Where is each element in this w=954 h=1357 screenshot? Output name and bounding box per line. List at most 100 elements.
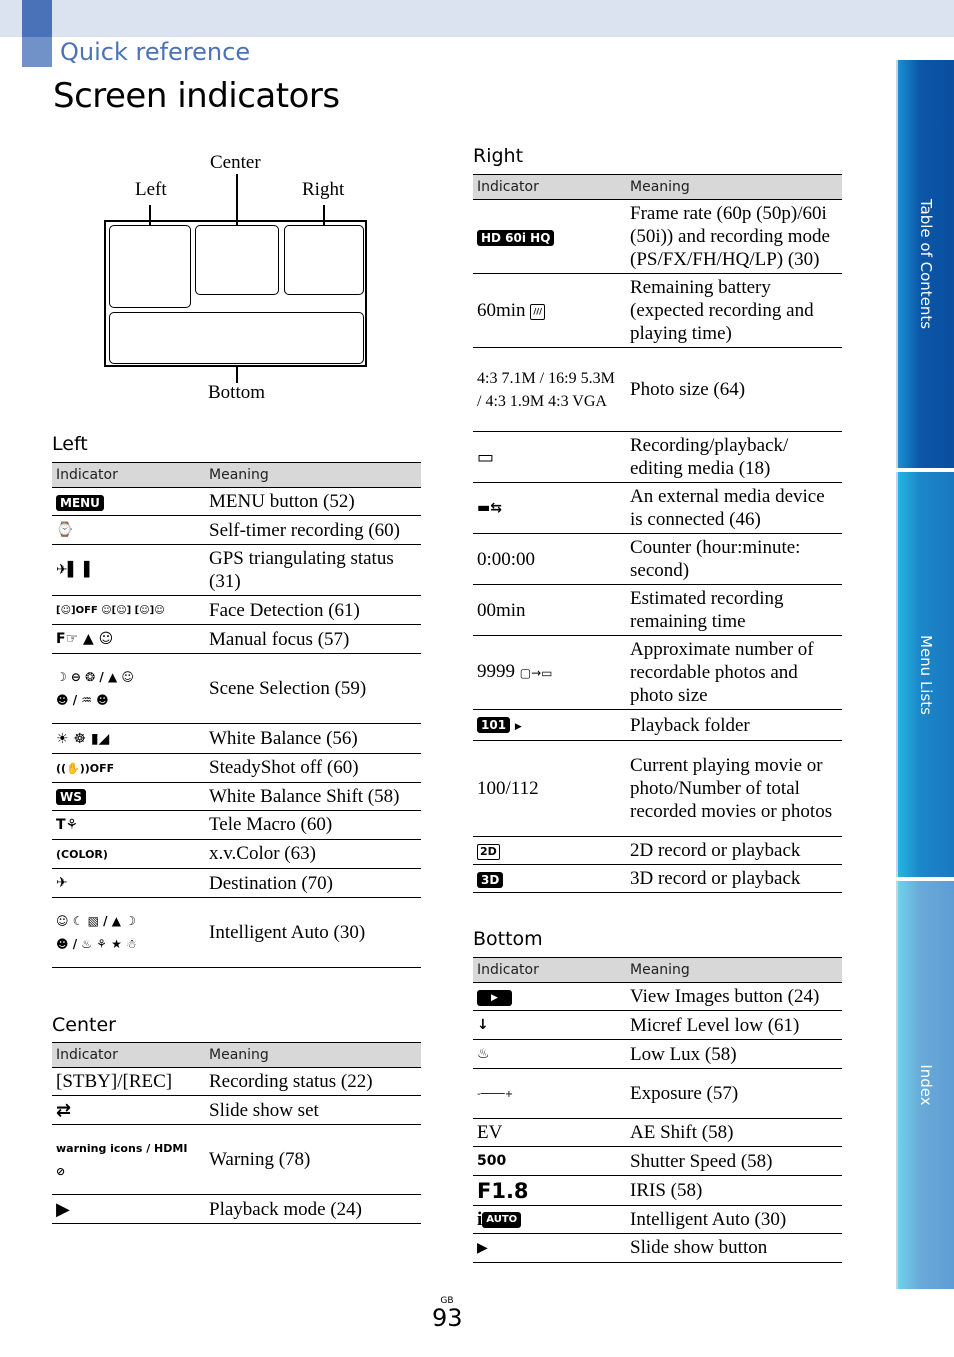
shutter-speed-value: 500 <box>477 1153 507 1170</box>
xvcolor-icon: (COLOR) <box>56 847 108 861</box>
column-header-indicator: Indicator <box>52 462 205 488</box>
warning-icons: warning icons / HDMI ⊘ <box>56 1141 188 1178</box>
table-row: 101 ▶ Playback folder <box>473 709 842 741</box>
tab-table-of-contents[interactable]: Table of Contents <box>896 60 954 468</box>
table-row: warning icons / HDMI ⊘ Warning (78) <box>52 1124 421 1196</box>
table-row: 60min ///Remaining battery (expected rec… <box>473 273 842 348</box>
wb-shift-icon: WS <box>56 789 86 806</box>
column-header-meaning: Meaning <box>205 1042 421 1068</box>
table-row: 100/112 Current playing movie or photo/Nu… <box>473 740 842 837</box>
2d-icon: 2D <box>477 843 500 860</box>
table-row: EV AE Shift (58) <box>473 1118 842 1148</box>
battery-icon: /// <box>530 303 546 320</box>
diagram-label-right: Right <box>302 179 345 200</box>
usb-device-icon: ▬⇆ <box>477 500 502 517</box>
playback-icon: ▶ <box>56 1199 70 1221</box>
table-row: F1.8 IRIS (58) <box>473 1175 842 1206</box>
table-row: ▶ View Images button (24) <box>473 982 842 1011</box>
memory-card-icon: ▭ <box>477 447 495 469</box>
3d-icon: 3D <box>477 871 504 888</box>
scene-selection-icons: ☽ ⊖ ❂ / ▲ ☺ ☻ / ♒ ☻ <box>56 669 134 707</box>
exposure-bar-icon: -────+ <box>477 1088 514 1100</box>
center-pointer <box>236 174 238 225</box>
section-label: Quick reference <box>60 38 251 66</box>
table-row: ((✋))OFF SteadyShot off (60) <box>52 753 421 783</box>
menu-icon: MENU <box>56 494 104 511</box>
bottom-section-title: Bottom <box>473 928 543 950</box>
header-band <box>0 0 954 37</box>
table-row: [STBY]/[REC] Recording status (22) <box>52 1067 421 1096</box>
intelligent-auto-icon: AUTO <box>482 1212 522 1229</box>
table-row: 9999 ▢→▭ Approximate number of recordable… <box>473 635 842 710</box>
table-row: ▶ Playback mode (24) <box>52 1194 421 1225</box>
table-row: ☀ ☸ ▮◢ White Balance (56) <box>52 723 421 754</box>
center-indicators-table: Indicator Meaning [STBY]/[REC] Recording s… <box>52 1042 421 1225</box>
self-timer-icon: ⌚ <box>56 522 74 539</box>
right-region <box>284 225 364 295</box>
table-row: -────+ Exposure (57) <box>473 1068 842 1120</box>
diagram-label-center: Center <box>210 152 261 173</box>
table-row: ☺ ☾ ▧ / ▲ ☽ ☻ / ♨ ⚘ ★ ☃ Intelligent Auto … <box>52 897 421 969</box>
folder-arrow-icon: ▶ <box>514 721 522 731</box>
face-detection-icons: [☺]OFF ☺[☺] [☺]☺ <box>56 605 165 617</box>
page-number-value: 93 <box>432 1304 463 1332</box>
table-row: ⇄ Slide show set <box>52 1095 421 1126</box>
column-header-meaning: Meaning <box>205 462 421 488</box>
table-row: [☺]OFF ☺[☺] [☺]☺ Face Detection (61) <box>52 595 421 626</box>
table-row: 3D 3D record or playback <box>473 864 842 893</box>
left-region <box>109 225 191 308</box>
diagram-label-left: Left <box>135 179 167 200</box>
column-header-meaning: Meaning <box>626 174 842 200</box>
steadyshot-off-icon: ((✋))OFF <box>56 761 115 775</box>
manual-focus-icons: F☞ ▲ ☺ <box>56 631 114 648</box>
table-row: ♨ Low Lux (58) <box>473 1039 842 1070</box>
table-row: ✈▌▐ GPS triangulating status (31) <box>52 544 421 597</box>
center-region <box>195 225 279 295</box>
column-header-indicator: Indicator <box>473 174 626 200</box>
bottom-region <box>109 312 364 364</box>
hd-frame-rate-icon: HD 60i HQ <box>477 229 555 246</box>
right-section-title: Right <box>473 145 524 167</box>
table-row: ▭ Recording/playback/ editing media (18) <box>473 431 842 483</box>
page-number: GB 93 <box>432 1296 463 1332</box>
table-row: T⚘ Tele Macro (60) <box>52 810 421 840</box>
page-title: Screen indicators <box>53 76 340 116</box>
slide-show-icon: ▶ <box>477 1239 488 1256</box>
tab-menu-lists[interactable]: Menu Lists <box>896 472 954 877</box>
table-row: ▶ Slide show button <box>473 1233 842 1263</box>
mic-level-icon: ↓ <box>477 1017 489 1034</box>
table-row: (COLOR) x.v.Color (63) <box>52 839 421 869</box>
low-lux-icon: ♨ <box>477 1046 490 1063</box>
folder-icon: 101 <box>477 716 511 733</box>
table-row: ✈ Destination (70) <box>52 868 421 899</box>
center-section-title: Center <box>52 1014 116 1036</box>
table-row: 00min Estimated recording remaining time <box>473 584 842 636</box>
table-row: ☽ ⊖ ❂ / ▲ ☺ ☻ / ♒ ☻ Scene Selection (59) <box>52 653 421 725</box>
bottom-pointer <box>236 367 238 383</box>
bottom-indicators-table: Indicator Meaning ▶ View Images button (24… <box>473 957 842 1263</box>
header-marker-lower <box>22 37 52 67</box>
header-marker <box>22 0 52 37</box>
view-images-icon: ▶ <box>477 989 512 1006</box>
screen-layout-diagram: Center Left Right Bottom <box>90 140 390 410</box>
column-header-indicator: Indicator <box>473 957 626 983</box>
destination-icon: ✈ <box>56 875 68 892</box>
table-row: 2D 2D record or playback <box>473 836 842 865</box>
table-row: 4:3 7.1M / 16:9 5.3M / 4:3 1.9M 4:3 VGA P… <box>473 347 842 432</box>
tab-index[interactable]: Index <box>896 881 954 1289</box>
photo-size-icons: 4:3 7.1M / 16:9 5.3M / 4:3 1.9M 4:3 VGA <box>473 347 626 432</box>
column-header-indicator: Indicator <box>52 1042 205 1068</box>
table-row: F☞ ▲ ☺ Manual focus (57) <box>52 624 421 655</box>
diagram-label-bottom: Bottom <box>208 382 266 403</box>
table-row: ▬⇆ An external media device is connected … <box>473 482 842 534</box>
table-row: 500 Shutter Speed (58) <box>473 1146 842 1177</box>
table-row: MENU MENU button (52) <box>52 487 421 516</box>
white-balance-icons: ☀ ☸ ▮◢ <box>56 730 110 747</box>
table-row: 0:00:00 Counter (hour:minute: second) <box>473 533 842 585</box>
table-row: i AUTO Intelligent Auto (30) <box>473 1205 842 1234</box>
gps-signal-icon: ✈▌▐ <box>56 562 90 579</box>
iris-value: F1.8 <box>477 1178 529 1203</box>
intelligent-auto-icons: ☺ ☾ ▧ / ▲ ☽ ☻ / ♨ ⚘ ★ ☃ <box>56 913 137 951</box>
right-indicators-table: Indicator Meaning HD 60i HQ Frame rate (60… <box>473 174 842 893</box>
table-row: ↓ Micref Level low (61) <box>473 1010 842 1041</box>
